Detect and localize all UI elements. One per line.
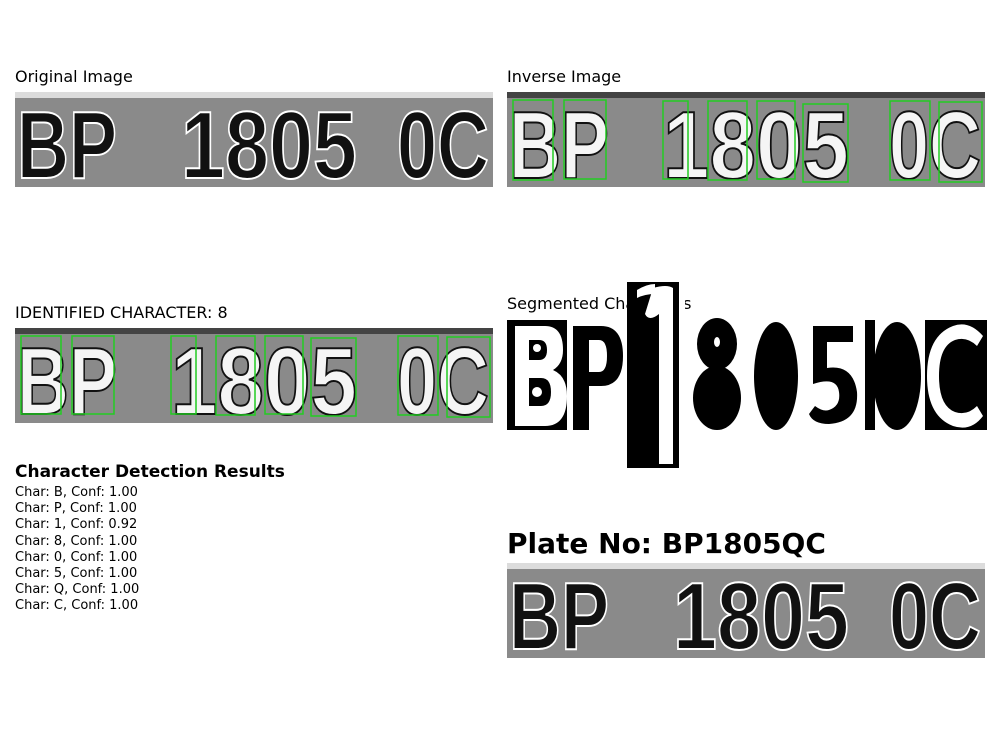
- plate-text-middle: 1805: [171, 328, 357, 423]
- plate-number-title: Plate No: BP1805QC: [507, 527, 826, 560]
- segment-b: [507, 320, 567, 430]
- plate-text-right: 0C: [889, 92, 981, 187]
- plate-text-right: 0C: [397, 328, 489, 423]
- plate-text-middle: 1805: [181, 92, 357, 187]
- segment-1: [627, 282, 685, 468]
- detection-result-item: Char: B, Conf: 1.00: [15, 485, 138, 500]
- segment-5: [805, 320, 865, 430]
- plate-text-left: BP: [509, 563, 609, 658]
- original-image-panel: BP 1805 0C: [15, 92, 493, 187]
- plate-text-middle: 1805: [673, 563, 849, 658]
- segment-0: [747, 314, 805, 436]
- plate-text-left: BP: [17, 328, 117, 423]
- plate-text-middle: 1805: [663, 92, 849, 187]
- plate-number-panel: BP 1805 0C: [507, 563, 985, 658]
- plate-text-left: BP: [509, 92, 609, 187]
- plate-text-right: 0C: [397, 92, 489, 187]
- plate-text-right: 0C: [889, 563, 981, 658]
- inverse-image-panel: BP 1805 0C: [507, 92, 985, 187]
- segment-p: [567, 320, 627, 430]
- detection-result-item: Char: 1, Conf: 0.92: [15, 517, 138, 533]
- segment-q: [865, 320, 925, 430]
- segment-8: [687, 314, 747, 436]
- detection-results-heading: Character Detection Results: [15, 462, 285, 482]
- original-image-title: Original Image: [15, 67, 133, 86]
- identified-character-title: IDENTIFIED CHARACTER: 8: [15, 303, 228, 322]
- detection-result-item: Char: C, Conf: 1.00: [15, 598, 139, 614]
- segmented-characters-strip: [507, 280, 987, 470]
- detection-result-item: Char: 5, Conf: 1.00: [15, 566, 138, 582]
- detection-results-list: Char: B, Conf: 1.00 Char: P, Conf: 1.00 …: [15, 485, 139, 615]
- detection-result-item: Char: 0, Conf: 1.00: [15, 549, 138, 565]
- inverse-image-title: Inverse Image: [507, 67, 622, 86]
- detection-result-item: Char: 8, Conf: 1.00: [15, 533, 138, 549]
- segment-c: [925, 320, 987, 430]
- detection-result-item: Char: Q, Conf: 1.00: [15, 582, 140, 598]
- plate-text-left: BP: [17, 92, 117, 187]
- identified-character-panel: BP 1805 0C: [15, 328, 493, 423]
- detection-result-item: Char: P, Conf: 1.00: [15, 501, 137, 517]
